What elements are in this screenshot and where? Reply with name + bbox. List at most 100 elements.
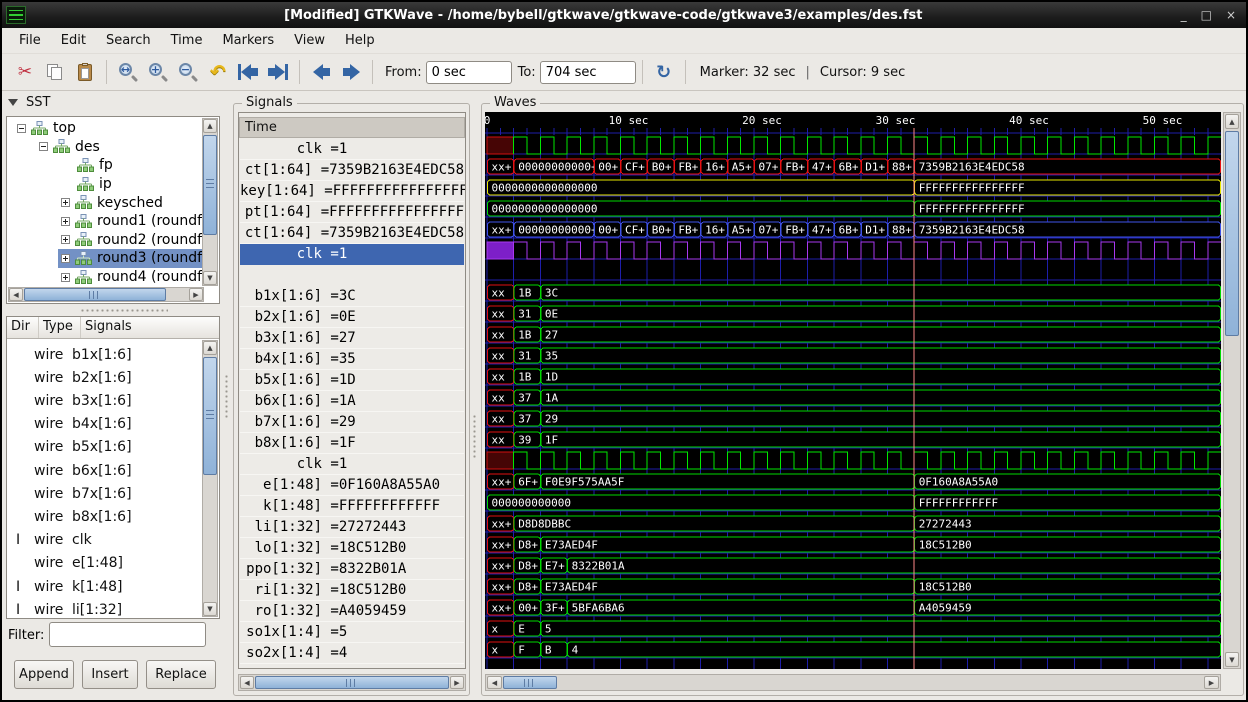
- pane-splitter-horizontal[interactable]: [80, 308, 168, 314]
- signals-list-item-key[1:64][interactable]: key[1:64] =FFFFFFFFFFFFFFFF: [240, 181, 464, 202]
- maximize-button[interactable]: □: [1201, 8, 1212, 22]
- menu-view[interactable]: View: [285, 30, 334, 51]
- scroll-up-icon[interactable]: ▲: [1225, 114, 1239, 129]
- signal-row-li[1:32][interactable]: I wire li[1:32]: [8, 598, 204, 617]
- close-button[interactable]: ×: [1226, 8, 1236, 22]
- tree-node-keysched[interactable]: keysched: [8, 193, 202, 212]
- scroll-left-icon[interactable]: ◀: [240, 676, 254, 689]
- signals-list[interactable]: Time clk =1 ct[1:64] =7359B2163E4EDC58 k…: [238, 112, 466, 669]
- panel-splitter-right[interactable]: [472, 414, 478, 458]
- wave-canvas[interactable]: 010 sec20 sec30 sec40 sec50 secxx+000000…: [485, 112, 1221, 669]
- column-header-type[interactable]: Type: [39, 317, 81, 338]
- tree-node-des[interactable]: des: [8, 138, 202, 157]
- signal-row-b4x[1:6][interactable]: wire b4x[1:6]: [8, 413, 204, 436]
- signals-list-item-e[1:48][interactable]: e[1:48] =0F160A8A55A0: [240, 475, 464, 496]
- signals-list-item-lo[1:32][interactable]: lo[1:32] =18C512B0: [240, 538, 464, 559]
- signals-list-item-so1x[1:4][interactable]: so1x[1:4] =5: [240, 622, 464, 643]
- zoom-fit-button[interactable]: ↔: [113, 58, 143, 86]
- menu-time[interactable]: Time: [162, 30, 212, 51]
- signals-list-item-ro[1:32][interactable]: ro[1:32] =A4059459: [240, 601, 464, 622]
- tree-expander-plus-icon[interactable]: [61, 273, 70, 282]
- scroll-down-icon[interactable]: ▼: [203, 602, 217, 616]
- scroll-up-icon[interactable]: ▲: [203, 119, 217, 133]
- sst-tree-vscrollbar[interactable]: ▲ ▼: [202, 118, 218, 286]
- tree-node-round4[interactable]: round4 (roundfun: [8, 268, 202, 287]
- signals-list-item-ri[1:32][interactable]: ri[1:32] =18C512B0: [240, 580, 464, 601]
- signals-list-item-b4x[1:6][interactable]: b4x[1:6] =35: [240, 349, 464, 370]
- tree-expander-plus-icon[interactable]: [61, 235, 70, 244]
- signal-browser-list[interactable]: wire b1x[1:6] wire b2x[1:6] wire b3x[1:6…: [8, 340, 204, 617]
- scroll-down-icon[interactable]: ▼: [1225, 652, 1239, 667]
- signal-row-b2x[1:6][interactable]: wire b2x[1:6]: [8, 366, 204, 389]
- scroll-right-icon[interactable]: ▶: [450, 676, 464, 689]
- signal-row-e[1:48][interactable]: wire e[1:48]: [8, 552, 204, 575]
- scroll-down-icon[interactable]: ▼: [203, 271, 217, 285]
- tree-node-ip[interactable]: ip: [8, 175, 202, 194]
- tree-node-round2[interactable]: round2 (roundfun: [8, 231, 202, 250]
- scroll-right-icon[interactable]: ▶: [189, 288, 203, 301]
- sst-expander[interactable]: SST: [8, 95, 50, 110]
- sst-tree-hscrollbar[interactable]: ◀ ▶: [8, 287, 204, 302]
- signals-list-item-b5x[1:6][interactable]: b5x[1:6] =1D: [240, 370, 464, 391]
- zoom-out-button[interactable]: −: [173, 58, 203, 86]
- signals-list-item-clk[interactable]: clk =1: [240, 139, 464, 160]
- zoom-to-start-button[interactable]: [233, 58, 263, 86]
- signals-list-item-b8x[1:6][interactable]: b8x[1:6] =1F: [240, 433, 464, 454]
- tree-expander-plus-icon[interactable]: [61, 254, 70, 263]
- signals-list-item-b1x[1:6][interactable]: b1x[1:6] =3C: [240, 286, 464, 307]
- shift-left-button[interactable]: [306, 58, 336, 86]
- paste-button[interactable]: [70, 58, 100, 86]
- titlebar[interactable]: [Modified] GTKWave - /home/bybell/gtkwav…: [2, 2, 1246, 28]
- menu-edit[interactable]: Edit: [52, 30, 95, 51]
- signals-list-item-b3x[1:6][interactable]: b3x[1:6] =27: [240, 328, 464, 349]
- menu-file[interactable]: File: [10, 30, 50, 51]
- shift-right-button[interactable]: [336, 58, 366, 86]
- signal-row-k[1:48][interactable]: I wire k[1:48]: [8, 575, 204, 598]
- waves-vscrollbar[interactable]: ▲ ▼: [1223, 112, 1241, 669]
- signals-list-item-ppo[1:32][interactable]: ppo[1:32] =8322B01A: [240, 559, 464, 580]
- zoom-in-button[interactable]: +: [143, 58, 173, 86]
- scroll-left-icon[interactable]: ◀: [487, 676, 502, 689]
- reload-button[interactable]: ↻: [649, 58, 679, 86]
- minimize-button[interactable]: _: [1181, 8, 1187, 22]
- signal-row-b8x[1:6][interactable]: wire b8x[1:6]: [8, 505, 204, 528]
- waves-svg[interactable]: 010 sec20 sec30 sec40 sec50 secxx+000000…: [485, 112, 1221, 669]
- replace-button[interactable]: Replace: [146, 660, 216, 689]
- tree-node-round3[interactable]: round3 (roundfun: [8, 249, 202, 268]
- signal-row-b6x[1:6][interactable]: wire b6x[1:6]: [8, 459, 204, 482]
- copy-button[interactable]: [40, 58, 70, 86]
- signals-list-item-b6x[1:6][interactable]: b6x[1:6] =1A: [240, 391, 464, 412]
- signals-list-item-clk[interactable]: clk =1: [240, 454, 464, 475]
- signals-list-item-so2x[1:4][interactable]: so2x[1:4] =4: [240, 643, 464, 664]
- filter-input[interactable]: [49, 622, 206, 647]
- tree-node-top[interactable]: top: [8, 119, 202, 138]
- signal-row-b1x[1:6][interactable]: wire b1x[1:6]: [8, 343, 204, 366]
- signals-list-item-li[1:32][interactable]: li[1:32] =27272443: [240, 517, 464, 538]
- signals-list-item-b2x[1:6][interactable]: b2x[1:6] =0E: [240, 307, 464, 328]
- signals-list-item-k[1:48][interactable]: k[1:48] =FFFFFFFFFFFF: [240, 496, 464, 517]
- column-header-signals[interactable]: Signals: [81, 317, 219, 338]
- tree-expander-plus-icon[interactable]: [61, 198, 70, 207]
- tree-expander-minus-icon[interactable]: [17, 124, 26, 133]
- column-header-dir[interactable]: Dir: [7, 317, 39, 338]
- append-button[interactable]: Append: [14, 660, 74, 689]
- signals-hscrollbar[interactable]: ◀ ▶: [238, 674, 466, 691]
- signals-list-item-ct[1:64][interactable]: ct[1:64] =7359B2163E4EDC58: [240, 160, 464, 181]
- menu-help[interactable]: Help: [336, 30, 384, 51]
- menu-search[interactable]: Search: [97, 30, 160, 51]
- scroll-up-icon[interactable]: ▲: [203, 341, 217, 355]
- scroll-left-icon[interactable]: ◀: [9, 288, 23, 301]
- zoom-to-end-button[interactable]: [263, 58, 293, 86]
- signals-list-item-b7x[1:6][interactable]: b7x[1:6] =29: [240, 412, 464, 433]
- insert-button[interactable]: Insert: [82, 660, 138, 689]
- tree-node-fp[interactable]: fp: [8, 156, 202, 175]
- tree-node-round1[interactable]: round1 (roundfun: [8, 212, 202, 231]
- signal-row-clk[interactable]: I wire clk: [8, 529, 204, 552]
- waves-hscrollbar[interactable]: ◀ ▶: [485, 674, 1221, 691]
- signals-list-item-pt[1:64][interactable]: pt[1:64] =FFFFFFFFFFFFFFFF: [240, 202, 464, 223]
- tree-expander-minus-icon[interactable]: [39, 142, 48, 151]
- scroll-right-icon[interactable]: ▶: [1204, 676, 1219, 689]
- tree-expander-plus-icon[interactable]: [61, 217, 70, 226]
- signal-row-b5x[1:6][interactable]: wire b5x[1:6]: [8, 436, 204, 459]
- signal-row-b3x[1:6][interactable]: wire b3x[1:6]: [8, 389, 204, 412]
